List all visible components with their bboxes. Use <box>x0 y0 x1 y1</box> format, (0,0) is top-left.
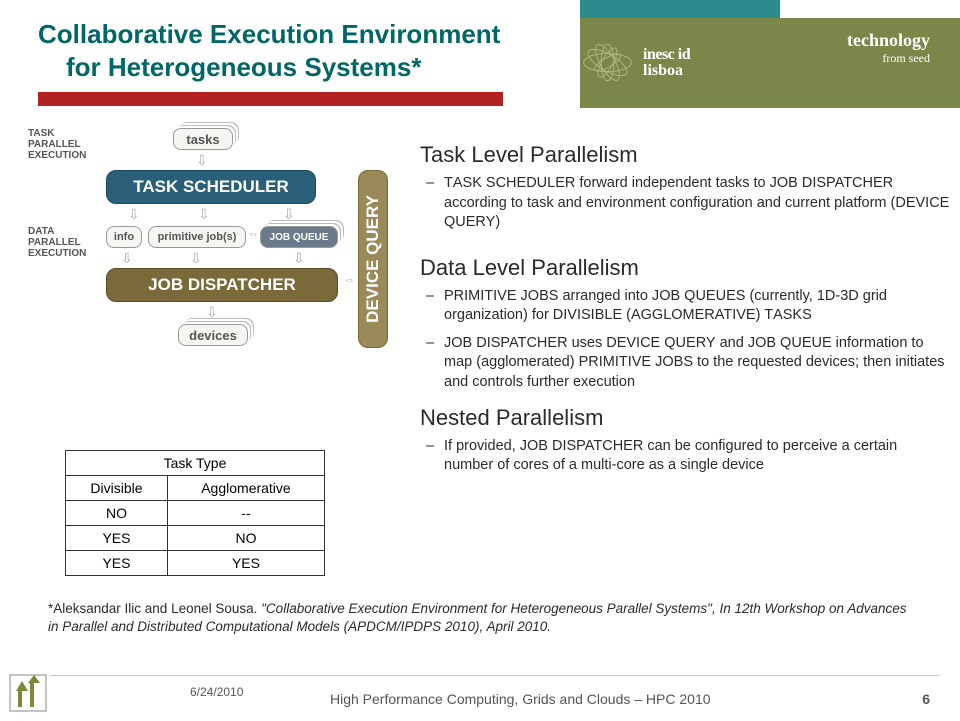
tech-line1: technology <box>847 30 930 51</box>
arrow-bidir-icon: ⇔ <box>248 228 259 240</box>
tech-line2: from seed <box>847 51 930 66</box>
table-row: NO-- <box>66 501 325 526</box>
footer-divider <box>50 675 940 676</box>
title-line1: Collaborative Execution Environment <box>38 19 500 49</box>
table-header: Task Type <box>66 451 325 476</box>
task-type-table: Task Type Divisible Agglomerative NO-- Y… <box>65 450 325 576</box>
citation: *Aleksandar Ilic and Leonel Sousa. "Coll… <box>48 600 918 635</box>
arrow-down-icon: ⇩ <box>283 206 295 223</box>
slide-title: Collaborative Execution Environment for … <box>38 18 500 83</box>
arrow-down-icon: ⇩ <box>190 250 202 267</box>
arrow-down-icon: ⇩ <box>121 250 133 267</box>
bullet: PRIMITIVE JOBS arranged into JOB QUEUES … <box>444 287 950 326</box>
arrow-down-icon: ⇩ <box>206 304 218 321</box>
table-row: YESNO <box>66 526 325 551</box>
logo-text-bot: lisboa <box>643 62 690 80</box>
bullet: JOB DISPATCHER uses DEVICE QUERY and JOB… <box>444 334 950 393</box>
tasks-box: tasks <box>173 128 233 150</box>
teal-accent <box>580 0 780 18</box>
section-task-level: Task Level Parallelism <box>420 142 950 168</box>
title-underline <box>38 92 503 106</box>
device-query-box: DEVICE QUERY <box>358 170 388 348</box>
architecture-diagram: TASK PARALLEL EXECUTION DATA PARALLEL EX… <box>28 128 408 428</box>
task-parallel-label: TASK PARALLEL EXECUTION <box>28 128 98 161</box>
section-data-level: Data Level Parallelism <box>420 255 950 281</box>
arrow-down-icon: ⇩ <box>196 152 208 169</box>
footer-conference: High Performance Computing, Grids and Cl… <box>330 691 711 707</box>
device-query-label: DEVICE QUERY <box>363 195 383 323</box>
col-divisible: Divisible <box>66 476 168 501</box>
bullet: If provided, JOB DISPATCHER can be confi… <box>444 437 950 476</box>
logo-text-top: inesc id <box>643 46 690 64</box>
job-queue-box: JOB QUEUE <box>260 226 338 248</box>
col-agglomerative: Agglomerative <box>167 476 324 501</box>
arrow-down-icon: ⇩ <box>128 206 140 223</box>
task-scheduler-box: TASK SCHEDULER <box>106 170 316 204</box>
info-box: info <box>106 226 142 248</box>
content-area: Task Level Parallelism TASK SCHEDULER fo… <box>420 130 950 484</box>
footer-page-number: 6 <box>922 691 930 707</box>
footer-logo-icon <box>8 673 48 713</box>
footer: 6/24/2010 High Performance Computing, Gr… <box>0 666 960 721</box>
footer-date: 6/24/2010 <box>190 685 243 699</box>
data-parallel-label: DATA PARALLEL EXECUTION <box>28 226 98 259</box>
table-row: YESYES <box>66 551 325 576</box>
technology-label: technology from seed <box>847 30 930 66</box>
arrow-down-icon: ⇩ <box>293 250 305 267</box>
section-nested: Nested Parallelism <box>420 405 950 431</box>
arrow-down-icon: ⇩ <box>198 206 210 223</box>
job-dispatcher-box: JOB DISPATCHER <box>106 268 338 302</box>
logo-swirl-icon <box>580 35 635 90</box>
logo-text: inesc id lisboa <box>643 46 690 80</box>
arrow-bidir-icon: ⇔ <box>344 274 355 286</box>
title-line2: for Heterogeneous Systems* <box>66 51 500 84</box>
logo-area: inesc id lisboa <box>580 25 760 100</box>
bullet: TASK SCHEDULER forward independent tasks… <box>444 174 950 233</box>
devices-box: devices <box>178 324 248 346</box>
primitive-jobs-box: primitive job(s) <box>148 226 246 248</box>
